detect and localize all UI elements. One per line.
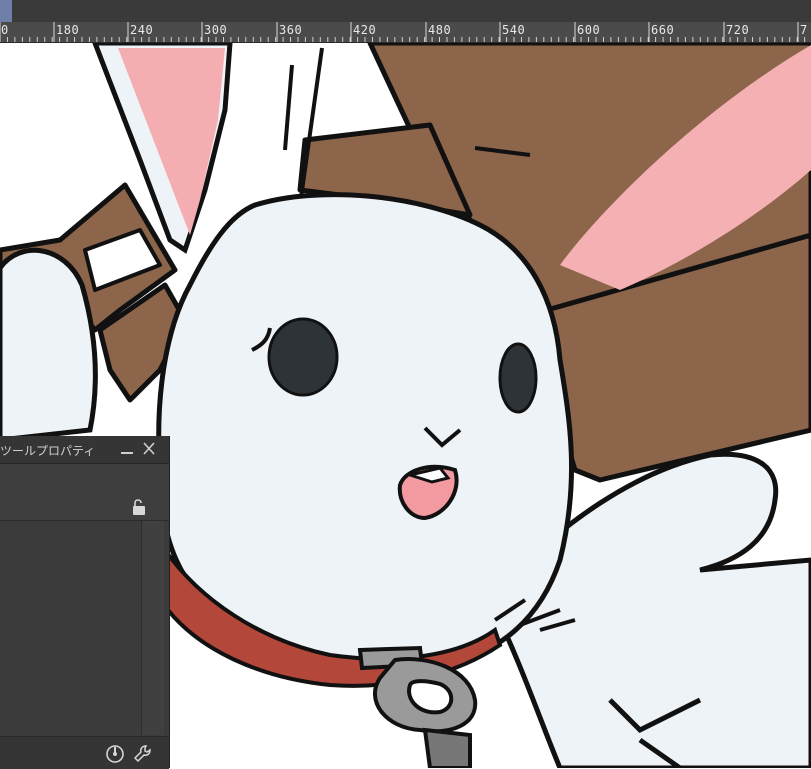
property-list: [0, 521, 140, 735]
panel-scrollbar[interactable]: [141, 521, 164, 735]
ruler-label: 600: [577, 23, 601, 37]
ruler-label: 720: [726, 23, 750, 37]
minimize-icon[interactable]: [119, 440, 135, 458]
ruler-label: 300: [204, 23, 228, 37]
ruler-label: 180: [56, 23, 80, 37]
bunny-eye-right: [498, 342, 538, 414]
ruler-ticks: [0, 22, 806, 42]
ruler-label: 360: [279, 23, 303, 37]
ruler-label: 7: [800, 23, 808, 37]
settings-dial-icon[interactable]: [104, 743, 126, 769]
bunny-eye-left: [267, 317, 339, 397]
tool-property-panel: ツールプロパティ: [0, 436, 170, 769]
bunny-paw-left: [0, 247, 98, 443]
panel-title: ツールプロパティ: [0, 444, 96, 458]
wrench-icon[interactable]: [132, 743, 154, 769]
bunny-head: [156, 192, 575, 677]
ruler-label: 0: [1, 23, 9, 37]
unlock-icon[interactable]: [130, 497, 148, 521]
ruler-label: 540: [502, 23, 526, 37]
ruler-label: 420: [353, 23, 377, 37]
top-toolbar: [0, 0, 811, 22]
horizontal-ruler[interactable]: 0 180 240 300 360 420 480 540 600 660 72…: [0, 22, 811, 43]
ruler-label: 660: [651, 23, 675, 37]
ruler-label: 240: [130, 23, 154, 37]
panel-titlebar[interactable]: ツールプロパティ: [0, 436, 169, 464]
panel-footer: [0, 736, 169, 769]
ruler-label: 480: [428, 23, 452, 37]
tool-preview-area: [0, 464, 169, 521]
toolbar-corner-tab[interactable]: [0, 0, 12, 22]
close-icon[interactable]: [141, 440, 157, 458]
